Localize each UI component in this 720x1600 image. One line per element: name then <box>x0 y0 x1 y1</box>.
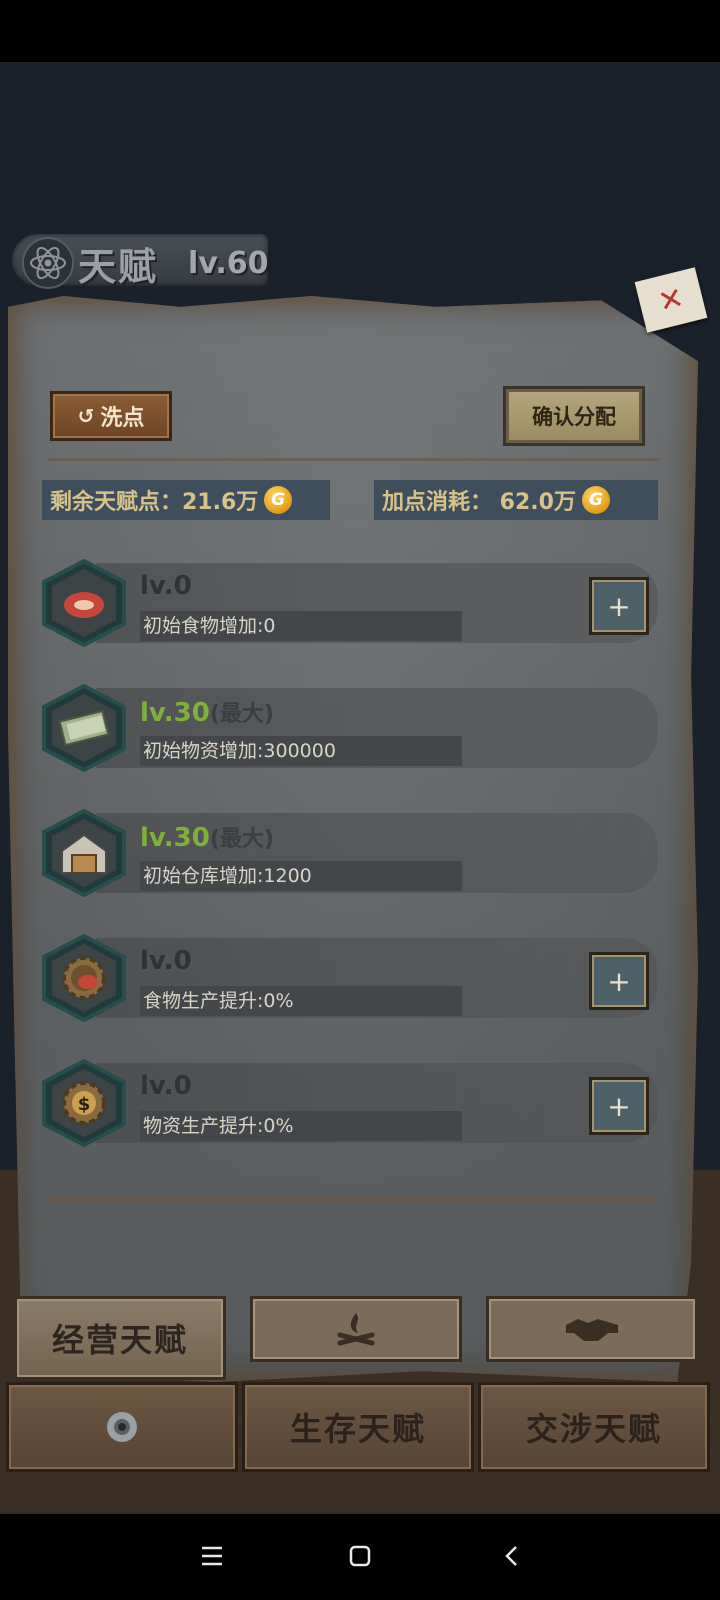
tab-business-label: 经营天赋 <box>51 1321 188 1359</box>
ring-icon <box>107 1412 137 1442</box>
point-cost-label: 加点消耗： 62.0万 <box>382 490 576 515</box>
talent-description: 食物生产提升:0% <box>140 986 462 1016</box>
svg-text:$: $ <box>78 1094 91 1115</box>
tab-survival-top[interactable] <box>250 1296 462 1362</box>
talent-level: lv.0 <box>140 1071 192 1101</box>
status-bar <box>0 0 720 62</box>
upgrade-button[interactable]: + <box>589 1077 649 1135</box>
talent-description: 初始仓库增加:1200 <box>140 861 462 891</box>
talent-level-value: lv.30 <box>140 823 210 853</box>
coin-icon: G <box>264 486 293 514</box>
talent-level-value: lv.0 <box>140 1071 192 1101</box>
menu-icon[interactable] <box>190 1534 234 1578</box>
gear-steak-icon <box>40 933 128 1023</box>
steak-icon <box>40 558 128 648</box>
gear-dollar-icon: $ <box>40 1058 128 1148</box>
plus-icon: + <box>607 964 631 998</box>
talent-description: 物资生产提升:0% <box>140 1111 462 1141</box>
talent-level: lv.0 <box>140 571 192 601</box>
undo-icon: ↺ <box>77 404 95 428</box>
reset-label: 洗点 <box>100 406 145 431</box>
tab-settings[interactable] <box>6 1382 238 1472</box>
talent-level: lv.60 <box>188 246 269 281</box>
coin-icon: G <box>581 486 610 514</box>
divider <box>48 1198 660 1201</box>
warehouse-icon <box>40 808 128 898</box>
talent-max-tag: (最大) <box>209 702 274 727</box>
upgrade-button[interactable]: + <box>589 952 649 1010</box>
atom-icon <box>22 237 74 289</box>
talent-level-value: lv.0 <box>140 571 192 601</box>
handshake-icon <box>566 1319 618 1341</box>
remaining-points: 剩余天赋点：21.6万 G <box>42 480 330 520</box>
plus-icon: + <box>607 1089 631 1123</box>
cash-stack-icon <box>40 683 128 773</box>
back-icon[interactable] <box>490 1534 534 1578</box>
confirm-label: 确认分配 <box>532 405 616 429</box>
talent-level: lv.30(最大) <box>140 821 274 853</box>
talent-level-value: lv.30 <box>140 698 210 728</box>
plus-icon: + <box>607 589 631 623</box>
talent-level-value: lv.0 <box>140 946 192 976</box>
talent-description: 初始物资增加:300000 <box>140 736 462 766</box>
page-title: 天赋 <box>78 245 159 289</box>
talent-description: 初始食物增加:0 <box>140 611 462 641</box>
tab-negotiation-top[interactable] <box>486 1296 698 1362</box>
close-icon: ✕ <box>654 279 688 321</box>
tab-business[interactable]: 经营天赋 <box>14 1296 226 1380</box>
campfire-icon <box>337 1313 375 1346</box>
remaining-points-label: 剩余天赋点：21.6万 <box>50 490 259 515</box>
tab-negotiation-label: 交涉天赋 <box>525 1410 662 1448</box>
talent-level: lv.30(最大) <box>140 696 274 728</box>
confirm-button[interactable]: 确认分配 <box>503 386 645 446</box>
tab-survival-label: 生存天赋 <box>289 1410 426 1448</box>
point-cost: 加点消耗： 62.0万 G <box>374 480 658 520</box>
divider <box>48 458 660 461</box>
talent-max-tag: (最大) <box>209 827 274 852</box>
tab-survival[interactable]: 生存天赋 <box>242 1382 474 1472</box>
reset-button[interactable]: ↺ 洗点 <box>50 391 172 441</box>
upgrade-button[interactable]: + <box>589 577 649 635</box>
home-icon[interactable] <box>338 1534 382 1578</box>
talent-level: lv.0 <box>140 946 192 976</box>
tab-negotiation[interactable]: 交涉天赋 <box>478 1382 710 1472</box>
